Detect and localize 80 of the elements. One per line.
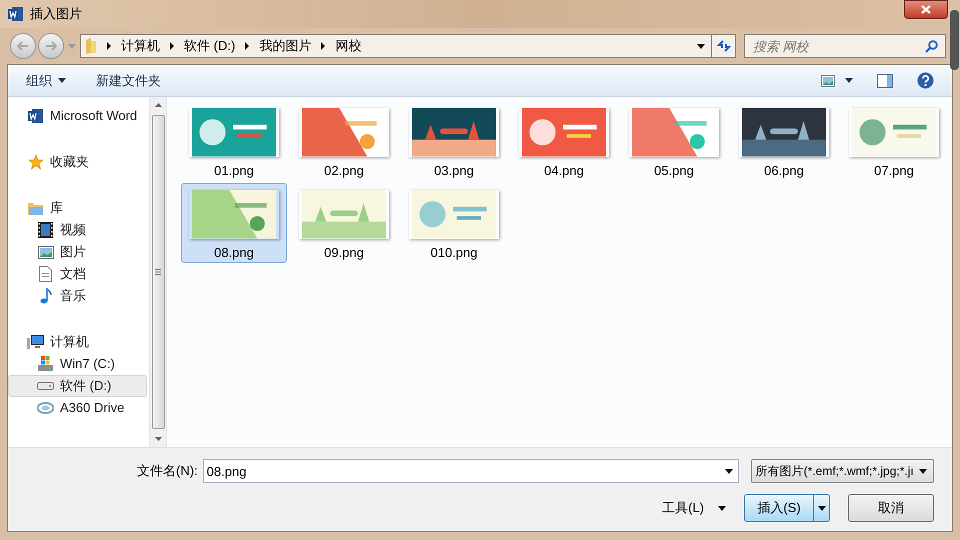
file-name: 04.png [544, 162, 584, 180]
filename-field[interactable]: 08.png [202, 459, 739, 483]
dropdown-caret-icon [919, 468, 927, 474]
cancel-button[interactable]: 取消 [848, 494, 934, 522]
folder-icon [27, 200, 44, 216]
film-icon [38, 222, 53, 238]
file-name: 03.png [434, 162, 474, 180]
image-icon [38, 246, 54, 258]
music-note-icon [40, 288, 52, 304]
document-icon [28, 108, 44, 124]
file-name: 01.png [214, 162, 254, 180]
scroll-down-icon[interactable] [154, 437, 162, 441]
sidebar-item[interactable]: 视频 [8, 219, 147, 241]
address-bar[interactable]: 计算机 软件 (D:) 我的图片 网校 [80, 34, 736, 58]
file-tile[interactable]: 09.png [291, 183, 397, 263]
folder-icon [85, 37, 97, 55]
file-name: 08.png [214, 244, 254, 262]
breadcrumb-item[interactable]: 计算机 [121, 36, 160, 56]
forward-arrow-icon [45, 41, 57, 51]
breadcrumb-item[interactable]: 网校 [335, 36, 362, 56]
close-icon [921, 5, 931, 14]
file-name: 07.png [874, 162, 914, 180]
file-name: 02.png [324, 162, 364, 180]
file-type-dropdown[interactable]: 所有图片(*.emf;*.wmf;*.jpg;*.jı [750, 459, 934, 483]
dropdown-caret-icon[interactable] [845, 78, 853, 83]
grip-icon [155, 269, 161, 275]
sidebar-item[interactable]: 文档 [8, 263, 147, 285]
star-icon [28, 154, 44, 170]
file-name: 05.png [654, 162, 694, 180]
scrollbar[interactable] [149, 97, 166, 447]
sidebar-item[interactable]: 库 [8, 197, 147, 219]
scroll-up-icon[interactable] [154, 103, 162, 107]
sidebar-item[interactable]: 收藏夹 [8, 151, 147, 173]
dropdown-caret-icon [718, 506, 726, 510]
sidebar-item[interactable]: 软件 (D:) [8, 375, 147, 397]
file-tile[interactable]: 02.png [291, 101, 397, 181]
document-icon [39, 266, 52, 282]
back-arrow-icon [17, 41, 29, 51]
sidebar-item[interactable]: 计算机 [8, 331, 147, 353]
image-icon[interactable] [821, 74, 835, 86]
sidebar-item[interactable]: A360 Drive [8, 397, 147, 419]
dropdown-caret-icon[interactable] [697, 44, 705, 48]
breadcrumb-item[interactable]: 软件 (D:) [184, 36, 236, 56]
file-tile[interactable]: 05.png [621, 101, 727, 181]
file-name: 09.png [324, 244, 364, 262]
search-field[interactable]: 搜索 网校 [744, 34, 946, 58]
search-icon [925, 40, 938, 53]
dropdown-caret-icon [68, 44, 76, 48]
file-tile[interactable]: 06.png [731, 101, 837, 181]
drive-icon [37, 356, 54, 372]
file-tile[interactable]: 07.png [841, 101, 947, 181]
dropdown-caret-icon [818, 506, 826, 510]
sidebar-item[interactable]: Microsoft Word [8, 105, 147, 127]
preview-pane-icon[interactable] [877, 74, 893, 88]
tools-button[interactable]: 工具(L) [662, 498, 726, 518]
field-label: 文件名(N): [137, 462, 198, 480]
sidebar-item[interactable]: 图片 [8, 241, 147, 263]
file-tile[interactable]: 01.png [181, 101, 287, 181]
file-tile[interactable]: 03.png [401, 101, 507, 181]
cloud-icon [37, 402, 54, 414]
close-button[interactable] [904, 0, 948, 19]
computer-icon [27, 334, 44, 350]
toolbar-button[interactable]: 新建文件夹 [96, 70, 161, 90]
sidebar-item[interactable]: Win7 (C:) [8, 353, 147, 375]
sidebar-item[interactable]: 音乐 [8, 285, 147, 307]
scrollbar-thumb[interactable] [950, 10, 959, 70]
app-icon [8, 6, 24, 22]
refresh-icon [716, 39, 730, 53]
window-title: 插入图片 [30, 5, 82, 24]
file-name: 010.png [430, 244, 478, 262]
file-name: 06.png [764, 162, 804, 180]
dropdown-caret-icon[interactable] [724, 469, 733, 474]
insert-button[interactable]: 插入(S) [744, 494, 830, 522]
breadcrumb-item[interactable]: 我的图片 [259, 36, 312, 56]
file-tile[interactable]: 010.png [401, 183, 507, 263]
toolbar-button[interactable]: 组织 [26, 70, 66, 90]
help-icon[interactable] [917, 72, 934, 89]
drive-icon [37, 382, 54, 390]
file-tile[interactable]: 04.png [511, 101, 617, 181]
file-tile[interactable]: 08.png [181, 183, 287, 263]
